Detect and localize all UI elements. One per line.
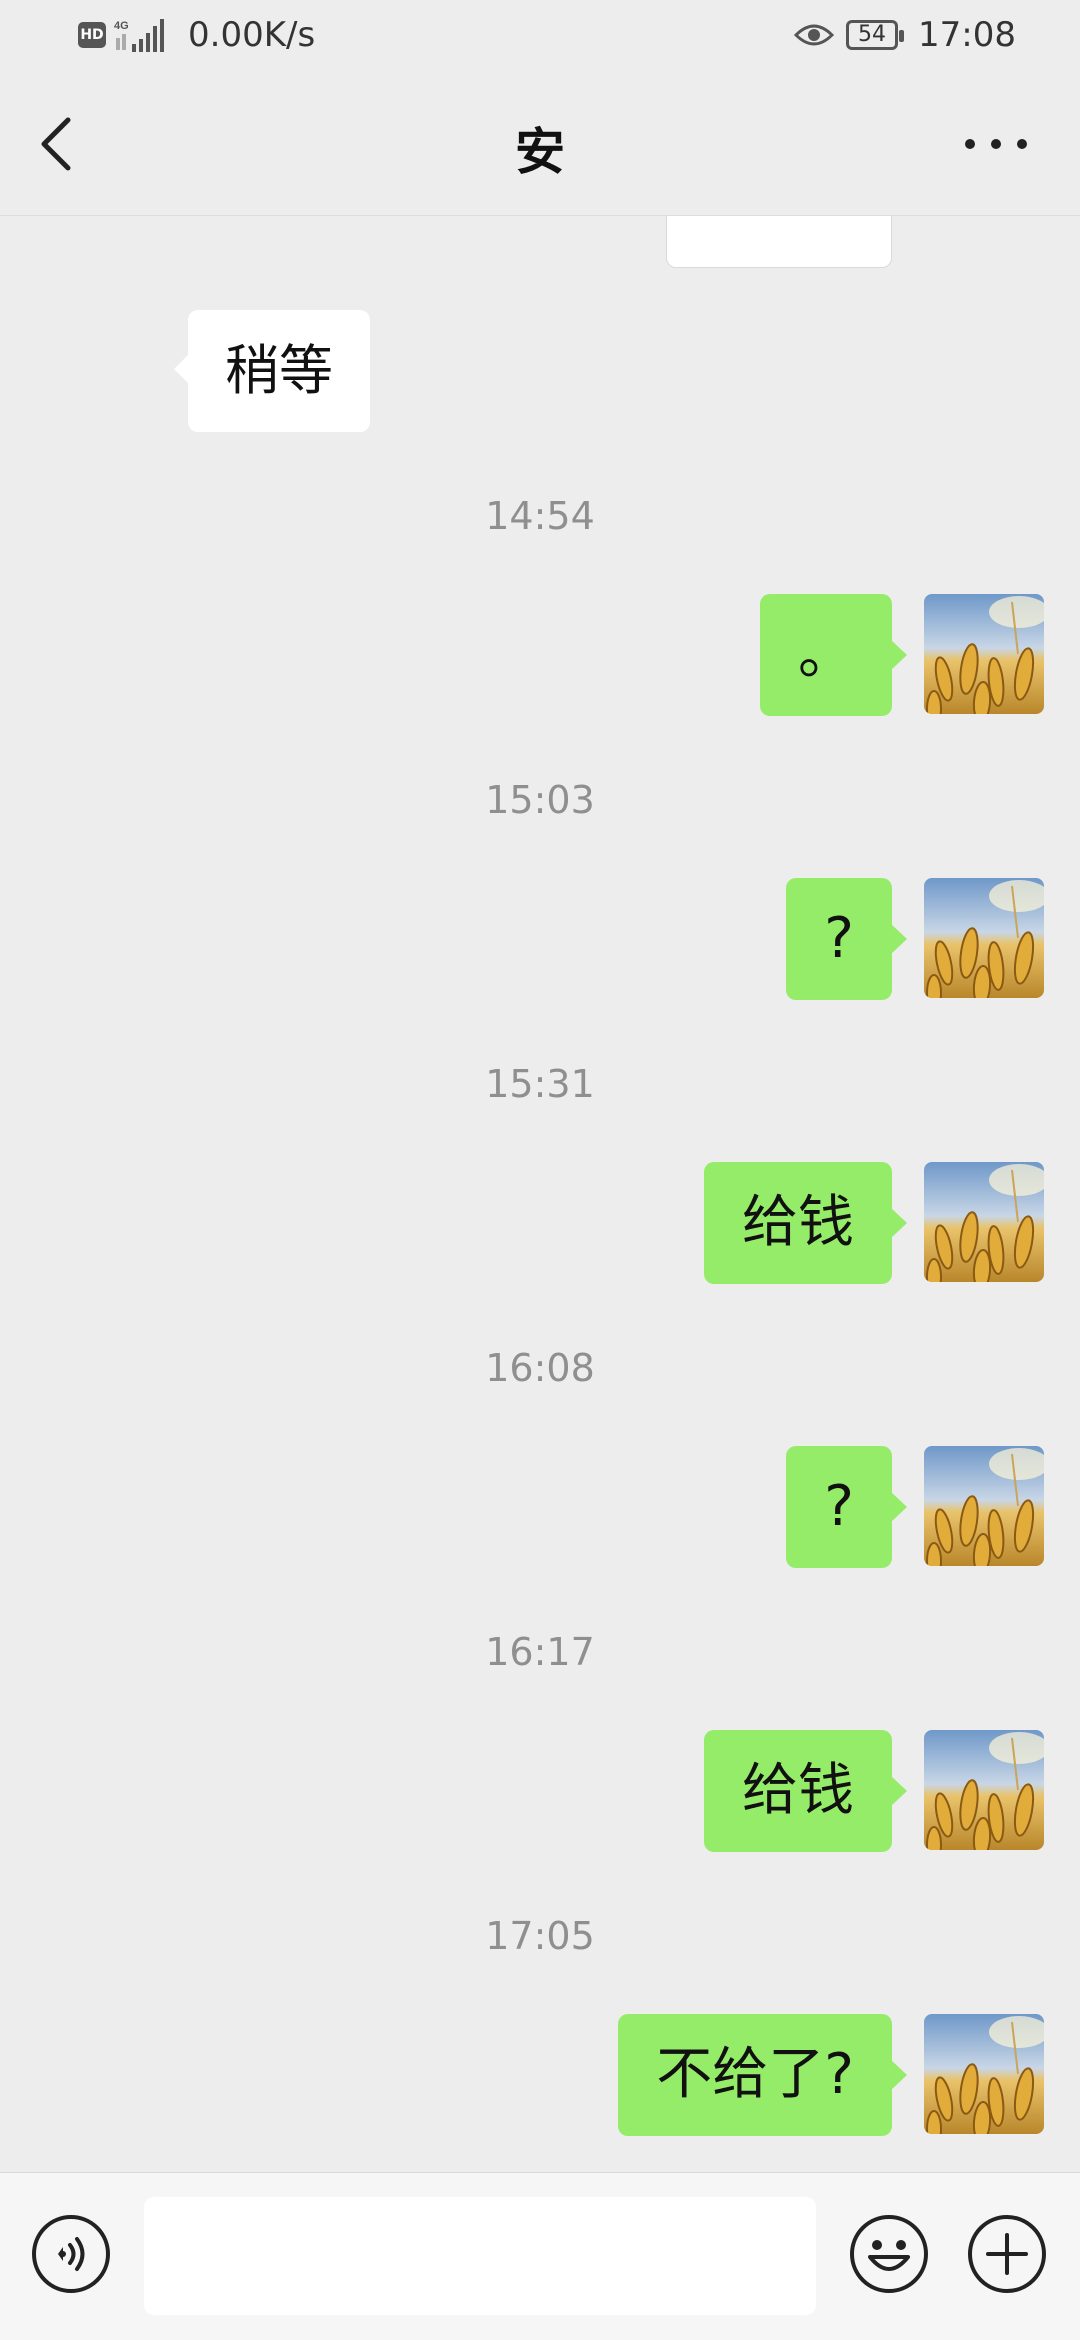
sent-message-bubble[interactable]: ? xyxy=(786,878,907,1000)
sent-message-bubble[interactable]: ? xyxy=(786,1446,907,1568)
message-list[interactable]: 稍等 14:54 。 15:03 ? 15:31 给钱 16:08 ? 16:1… xyxy=(0,216,1080,2172)
message-input[interactable] xyxy=(144,2197,816,2315)
net-speed: 0.00K/s xyxy=(188,15,316,55)
battery-indicator: 54 xyxy=(846,20,904,50)
user-avatar[interactable] xyxy=(924,1162,1044,1282)
message-timestamp: 16:08 xyxy=(485,1346,595,1390)
received-message-bubble[interactable]: 稍等 xyxy=(174,310,370,432)
message-timestamp: 17:05 xyxy=(485,1914,595,1958)
sent-message-bubble[interactable]: 不给了? xyxy=(618,2014,907,2136)
more-dots-icon[interactable] xyxy=(956,122,1036,166)
sent-message-bubble[interactable]: 。 xyxy=(760,594,907,716)
input-bar xyxy=(0,2172,1080,2340)
user-avatar[interactable] xyxy=(924,1730,1044,1850)
voice-icon[interactable] xyxy=(30,2213,112,2295)
network-type: 4G xyxy=(114,20,129,32)
user-avatar[interactable] xyxy=(924,594,1044,714)
user-avatar[interactable] xyxy=(924,878,1044,998)
sent-message-bubble[interactable]: 给钱 xyxy=(704,1162,907,1284)
status-time: 17:08 xyxy=(918,15,1016,55)
sent-message-bubble[interactable]: 给钱 xyxy=(704,1730,907,1852)
chat-header: 安 xyxy=(0,72,1080,216)
hd-badge: HD xyxy=(78,22,106,48)
signal-icon: 4G xyxy=(114,19,164,52)
emoji-icon[interactable] xyxy=(848,2213,930,2295)
status-bar: HD 4G 0.00K/s 54 17:08 xyxy=(0,0,1080,72)
message-timestamp: 15:31 xyxy=(485,1062,595,1106)
plus-icon[interactable] xyxy=(966,2213,1048,2295)
chat-title: 安 xyxy=(515,123,565,181)
user-avatar[interactable] xyxy=(924,1446,1044,1566)
message-timestamp: 15:03 xyxy=(485,778,595,822)
user-avatar[interactable] xyxy=(924,2014,1044,2134)
previous-message-bubble[interactable] xyxy=(666,216,892,268)
message-timestamp: 16:17 xyxy=(485,1630,595,1674)
message-timestamp: 14:54 xyxy=(485,494,595,538)
eye-icon xyxy=(794,24,834,46)
